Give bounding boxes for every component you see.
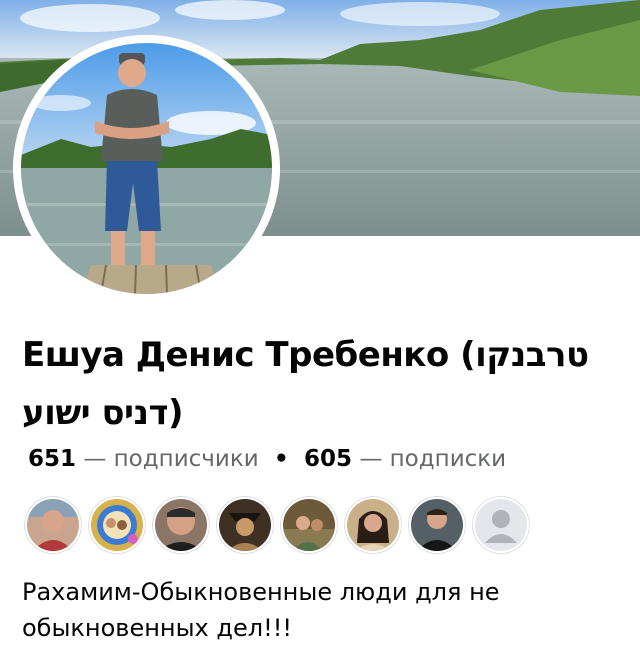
friend-avatar-7[interactable] [409,497,465,553]
friend-avatar-5[interactable] [281,497,337,553]
friend-avatar-3[interactable] [153,497,209,553]
following-label[interactable]: — подписки [359,446,506,472]
friend-avatar-1[interactable] [25,497,81,553]
friend-avatar-2[interactable] [89,497,145,553]
following-count[interactable]: 605 [304,446,352,472]
friends-avatar-row [25,497,529,553]
follow-stats: 651 — подписчики • 605 — подписки [28,446,506,472]
followers-count[interactable]: 651 [28,446,76,472]
stats-separator: • [273,446,289,472]
profile-bio: Рахамим-Обыкновенные люди для не обыкнов… [22,578,500,642]
friend-avatar-4[interactable] [217,497,273,553]
friend-avatar-8[interactable] [473,497,529,553]
profile-name: Ешуа Денис Требенко (טרבנקו דניס ישוע) [22,335,589,433]
friend-avatar-6[interactable] [345,497,401,553]
followers-label[interactable]: — подписчики [83,446,258,472]
profile-avatar[interactable] [21,43,272,294]
